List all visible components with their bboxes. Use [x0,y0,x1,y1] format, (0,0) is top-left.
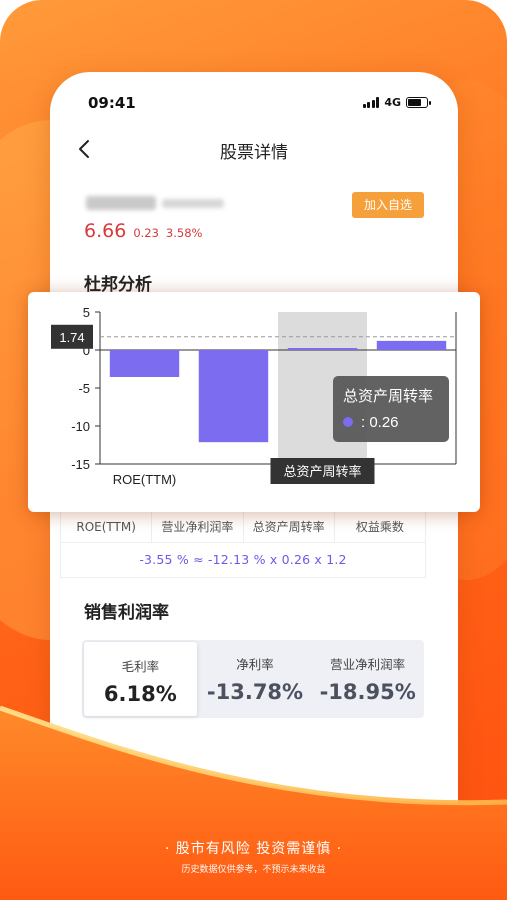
margin-label: 营业净利润率 [330,657,406,672]
margin-tab-net[interactable]: 净利率 -13.78% [199,640,312,718]
dupont-chart-panel[interactable]: 5 0 -5 -10 -15 1.74 ROE(TTM) 总资产周转率 总资产周转率: 0.26 [28,292,480,512]
stock-name-placeholder [86,196,156,210]
highlight-label: 总资产周转率 [283,464,361,480]
tooltip-dot [343,417,353,427]
dupont-formula-table: ROE(TTM) 营业净利润率 总资产周转率 权益乘数 -3.55 % ≈ -1… [60,510,426,578]
margin-value: 6.18% [103,682,177,706]
price-change-percent: 3.58% [165,226,203,240]
y-tick-label: -10 [71,419,90,434]
page-title: 股票详情 [220,143,288,163]
risk-warning-main: · 股市有风险 投资需谨慎 · [164,841,343,857]
formula-header-roe: ROE(TTM) [61,511,153,542]
add-to-watchlist-button[interactable]: 加入自选 [352,192,424,218]
status-bar: 09:41 4G [50,72,458,126]
tooltip-box [333,376,449,442]
y-tick-label: 5 [83,305,90,320]
margin-tab-gross[interactable]: 毛利率 6.18% [84,642,197,716]
signal-icon [362,97,380,108]
margin-tabs: 毛利率 6.18% 净利率 -13.78% 营业净利润率 -18.95% [82,640,424,718]
network-status: 4G [362,96,431,109]
x-tick-label: ROE(TTM) [113,472,177,487]
battery-icon [406,97,431,108]
tooltip-title: 总资产周转率 [343,387,433,405]
margin-label: 净利率 [236,657,274,672]
y-tick-label: -5 [78,381,90,396]
margin-tab-operating[interactable]: 营业净利润率 -18.95% [311,640,424,718]
risk-disclaimer: 历史数据仅供参考，不预示未来收益 [0,862,507,875]
stock-name-blurred [86,196,224,210]
nav-bar: 股票详情 [50,130,458,170]
formula-headers: ROE(TTM) 营业净利润率 总资产周转率 权益乘数 [61,511,425,543]
bar-1 [198,350,269,443]
bar-0 [109,350,180,377]
price-row: 6.66 0.23 3.58% [84,220,202,242]
formula-header-turnover: 总资产周转率 [244,511,335,542]
stock-code-placeholder [162,198,224,208]
risk-warning: · 股市有风险 投资需谨慎 · [0,838,507,858]
bar-2 [287,348,358,351]
margin-section-title: 销售利润率 [84,603,169,623]
bar-3 [376,340,447,350]
formula-expression: -3.55 % ≈ -12.13 % x 0.26 x 1.2 [139,552,347,567]
status-time: 09:41 [88,94,136,112]
tooltip-value: : 0.26 [361,414,399,431]
stock-price: 6.66 [84,220,127,242]
network-type: 4G [384,96,401,109]
risk-disclaimer-text: 历史数据仅供参考，不预示未来收益 [181,865,326,875]
margin-label: 毛利率 [121,659,160,674]
reference-label: 1.74 [59,330,84,345]
price-change: 0.23 [133,226,159,240]
formula-header-net-margin: 营业净利润率 [152,511,244,542]
y-tick-label: -15 [71,457,90,472]
margin-value: -13.78% [206,680,304,704]
margin-value: -18.95% [319,680,416,704]
dupont-bar-chart[interactable]: 50-5-10-151.74ROE(TTM) 总资产周转率总资产周转率: 0.26 [28,292,480,512]
formula-header-equity-multiplier: 权益乘数 [355,520,404,534]
